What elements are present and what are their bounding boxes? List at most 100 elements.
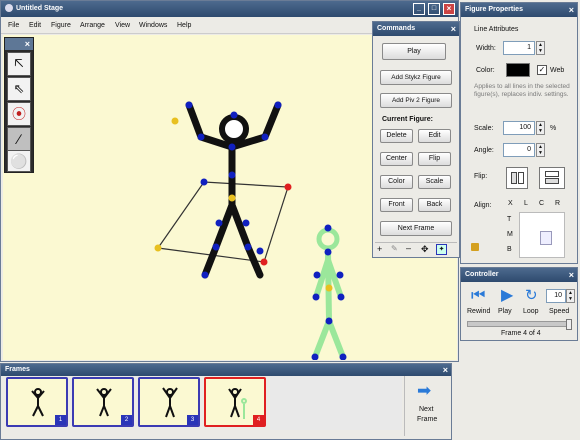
add-circle-tool-icon[interactable]: ⚪: [7, 150, 31, 172]
properties-titlebar[interactable]: Figure Properties ×: [461, 3, 577, 17]
align-grid[interactable]: [519, 212, 565, 258]
frame-slider[interactable]: [467, 319, 572, 330]
color-swatch[interactable]: [506, 63, 530, 77]
controller-titlebar[interactable]: Controller ×: [461, 268, 577, 282]
lock-icon[interactable]: [471, 243, 479, 251]
slider-handle[interactable]: [566, 319, 572, 330]
color-button[interactable]: Color: [380, 175, 413, 189]
back-button[interactable]: Back: [418, 198, 451, 212]
edit-button[interactable]: Edit: [418, 129, 451, 143]
tools-titlebar[interactable]: ×: [5, 38, 33, 50]
flip-horizontal-button[interactable]: [506, 167, 528, 189]
next-frame-label-1: Next: [419, 406, 434, 413]
flip-button[interactable]: Flip: [418, 152, 451, 166]
move-icon[interactable]: ✥: [421, 244, 429, 255]
menu-view[interactable]: View: [115, 22, 130, 29]
angle-label: Angle:: [474, 147, 494, 154]
menu-windows[interactable]: Windows: [139, 22, 167, 29]
commands-titlebar[interactable]: Commands ×: [373, 22, 459, 36]
frame-thumb-1[interactable]: 1: [6, 377, 68, 427]
angle-stepper[interactable]: ▲ ▼: [536, 143, 545, 157]
add-stykz-figure-button[interactable]: Add Stykz Figure: [380, 70, 452, 85]
pencil-icon[interactable]: ✎: [391, 244, 398, 253]
menu-file[interactable]: File: [8, 22, 19, 29]
speed-field[interactable]: 10: [546, 289, 566, 303]
controller-panel: Controller × ⏮ ▶ ↻ Rewind Play Loop 10 ▲ ▼…: [460, 267, 578, 341]
scale-field[interactable]: 100: [503, 121, 535, 135]
line-attr-hint: Applies to all lines in the selected fig…: [474, 83, 570, 98]
align-col-c[interactable]: C: [539, 200, 544, 207]
rewind-icon[interactable]: ⏮: [471, 287, 485, 305]
scale-unit: %: [550, 125, 557, 132]
center-button[interactable]: Center: [380, 152, 413, 166]
direct-select-tool-icon[interactable]: ⇖: [7, 77, 31, 101]
width-field[interactable]: 1: [503, 41, 535, 55]
origin-tool-icon[interactable]: ⦿: [7, 102, 31, 126]
close-button[interactable]: ×: [443, 3, 455, 15]
speed-label: Speed: [549, 308, 570, 315]
frames-titlebar[interactable]: Frames ×: [1, 364, 451, 376]
stickman-green: [312, 249, 346, 360]
front-button[interactable]: Front: [380, 198, 413, 212]
menu-edit[interactable]: Edit: [29, 22, 41, 29]
play-label: Play: [498, 308, 512, 315]
menu-arrange[interactable]: Arrange: [80, 22, 105, 29]
align-row-t[interactable]: T: [507, 216, 511, 223]
line-attributes-heading: Line Attributes: [474, 26, 519, 33]
frame-thumb-2[interactable]: 2: [72, 377, 134, 427]
frame-thumb-3[interactable]: 3: [138, 377, 200, 427]
scale-button[interactable]: Scale: [418, 175, 451, 189]
align-row-b[interactable]: B: [507, 246, 512, 253]
controller-close-button[interactable]: ×: [569, 268, 574, 282]
tools-close-button[interactable]: ×: [25, 38, 30, 50]
stage-titlebar[interactable]: Untitled Stage _ □ ×: [1, 1, 458, 17]
align-col-l[interactable]: L: [524, 200, 528, 207]
next-frame-label-2: Frame: [417, 416, 438, 423]
align-col-x[interactable]: X: [508, 200, 513, 207]
minus-icon[interactable]: –: [406, 243, 411, 253]
properties-close-button[interactable]: ×: [569, 3, 574, 17]
menu-help[interactable]: Help: [177, 22, 191, 29]
rewind-label: Rewind: [467, 308, 491, 315]
align-row-m[interactable]: M: [507, 231, 513, 238]
speed-stepper[interactable]: ▲ ▼: [566, 289, 575, 303]
add-line-tool-icon[interactable]: ∕: [7, 127, 31, 151]
width-stepper[interactable]: ▲ ▼: [536, 41, 545, 55]
width-label: Width:: [476, 45, 496, 52]
add-icon[interactable]: +: [377, 244, 382, 254]
web-checkbox[interactable]: ✓: [537, 65, 547, 75]
commands-toolbar: + ✎ – ✥ ✦: [375, 242, 457, 256]
next-frame-panel-button[interactable]: ➡ Next Frame: [404, 376, 450, 436]
minimize-button[interactable]: _: [413, 3, 425, 15]
frame-number-4: 4: [253, 415, 264, 425]
grid-icon[interactable]: ✦: [436, 244, 447, 255]
next-frame-button[interactable]: Next Frame: [380, 221, 452, 236]
flip-vertical-button[interactable]: [539, 167, 565, 189]
maximize-button[interactable]: □: [428, 3, 440, 15]
play-icon[interactable]: ▶: [501, 287, 513, 305]
add-piv2-figure-button[interactable]: Add Piv 2 Figure: [380, 93, 452, 108]
scale-stepper[interactable]: ▲ ▼: [536, 121, 545, 135]
commands-panel: Commands × Play Add Stykz Figure Add Piv …: [372, 21, 460, 258]
menu-figure[interactable]: Figure: [51, 22, 71, 29]
color-label: Color:: [476, 67, 495, 74]
play-button[interactable]: Play: [382, 43, 446, 60]
loop-icon[interactable]: ↻: [525, 287, 538, 305]
frames-strip-empty: [270, 376, 402, 430]
stage-title: Untitled Stage: [16, 5, 64, 12]
align-label: Align:: [474, 202, 492, 209]
select-tool-icon[interactable]: 🡤: [7, 52, 31, 76]
align-col-r[interactable]: R: [555, 200, 560, 207]
next-frame-arrow-icon: ➡: [417, 381, 432, 400]
joint-origin: [228, 194, 236, 202]
current-figure-heading: Current Figure:: [382, 116, 433, 123]
tools-palette: × 🡤 ⇖ ⦿ ∕ ⚪: [4, 37, 34, 173]
loop-label: Loop: [523, 308, 539, 315]
flip-label: Flip:: [474, 173, 488, 180]
frames-close-button[interactable]: ×: [443, 364, 448, 376]
web-label: Web: [550, 67, 565, 74]
angle-field[interactable]: 0: [503, 143, 535, 157]
frame-thumb-4-selected[interactable]: 4: [204, 377, 266, 427]
delete-button[interactable]: Delete: [380, 129, 413, 143]
commands-close-button[interactable]: ×: [451, 22, 456, 36]
